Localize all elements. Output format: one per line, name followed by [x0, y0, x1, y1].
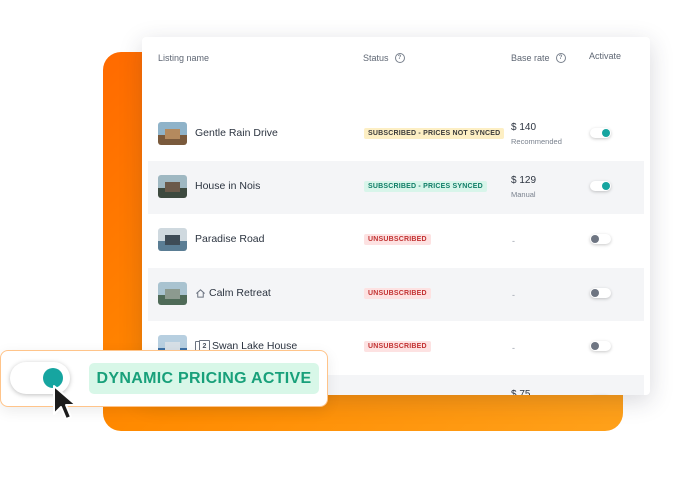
status-badge: UNSUBSCRIBED — [364, 234, 431, 245]
base-rate-value: $ 75 — [511, 389, 531, 395]
toggle-knob — [602, 129, 610, 137]
listing-name: Paradise Road — [195, 233, 265, 245]
header-listing-name[interactable]: Listing name — [158, 53, 209, 63]
info-icon[interactable]: ? — [555, 53, 566, 63]
header-status-label: Status — [363, 53, 389, 63]
table-row[interactable]: Gentle Rain Drive SUBSCRIBED - PRICES NOT… — [148, 108, 644, 161]
listing-thumbnail[interactable] — [158, 122, 187, 145]
base-rate-value: $ 140 — [511, 122, 537, 133]
header-status[interactable]: Status ? — [363, 53, 405, 63]
toggle-knob — [591, 289, 599, 297]
status-badge: UNSUBSCRIBED — [364, 341, 431, 352]
activate-toggle[interactable] — [590, 181, 611, 191]
listing-thumbnail[interactable] — [158, 282, 187, 305]
mouse-cursor-icon — [53, 385, 77, 420]
listing-name: Gentle Rain Drive — [195, 127, 278, 139]
activate-toggle[interactable] — [590, 288, 611, 298]
base-rate-empty: - — [512, 343, 515, 353]
header-activate: Activate — [589, 51, 621, 61]
base-rate-source: Manual — [511, 190, 536, 199]
home-icon — [196, 288, 205, 298]
status-badge: SUBSCRIBED - PRICES SYNCED — [364, 181, 487, 192]
listings-table-card: Listing name Status ? Base rate ? Activa… — [142, 37, 650, 395]
listing-thumbnail[interactable] — [158, 175, 187, 198]
base-rate-empty: - — [512, 236, 515, 246]
listing-name-cell[interactable]: Paradise Road — [195, 233, 264, 245]
listing-name-cell[interactable]: Calm Retreat — [195, 287, 271, 299]
header-base-rate-label: Base rate — [511, 53, 550, 63]
toggle-knob — [591, 235, 599, 243]
base-rate-source: Recommended — [511, 137, 562, 146]
header-base-rate[interactable]: Base rate ? — [511, 53, 566, 63]
listing-name-cell[interactable]: Gentle Rain Drive — [195, 127, 278, 139]
activate-toggle[interactable] — [590, 128, 611, 138]
toggle-knob — [602, 182, 610, 190]
activate-toggle[interactable] — [590, 341, 611, 351]
table-row[interactable]: House in Nois SUBSCRIBED - PRICES SYNCED $… — [148, 161, 644, 214]
base-rate-empty: - — [512, 290, 515, 300]
toggle-knob — [591, 342, 599, 350]
listing-thumbnail[interactable] — [158, 228, 187, 251]
header-activate-label: Activate — [589, 51, 622, 61]
status-badge: UNSUBSCRIBED — [364, 288, 431, 299]
table-row[interactable]: Paradise Road UNSUBSCRIBED - — [148, 214, 644, 267]
base-rate-value: $ 129 — [511, 175, 537, 186]
table-header: Listing name Status ? Base rate ? Activa… — [142, 37, 650, 75]
listing-name: House in Nois — [195, 180, 261, 192]
listing-name-cell[interactable]: House in Nois — [195, 180, 260, 192]
header-listing-name-label: Listing name — [158, 53, 210, 63]
table-row[interactable]: Calm Retreat UNSUBSCRIBED - — [148, 268, 644, 321]
base-rate: $ 129 Manual — [511, 175, 536, 199]
dynamic-pricing-callout: DYNAMIC PRICING ACTIVE — [0, 350, 328, 407]
status-badge: SUBSCRIBED - PRICES NOT SYNCED — [364, 128, 505, 139]
activate-toggle[interactable] — [590, 234, 611, 244]
base-rate: $ 140 Recommended — [511, 122, 562, 146]
base-rate: $ 75Recommended — [511, 389, 562, 395]
dynamic-pricing-status-label: DYNAMIC PRICING ACTIVE — [89, 363, 319, 394]
listing-name: Calm Retreat — [209, 287, 271, 299]
info-icon[interactable]: ? — [394, 53, 405, 63]
